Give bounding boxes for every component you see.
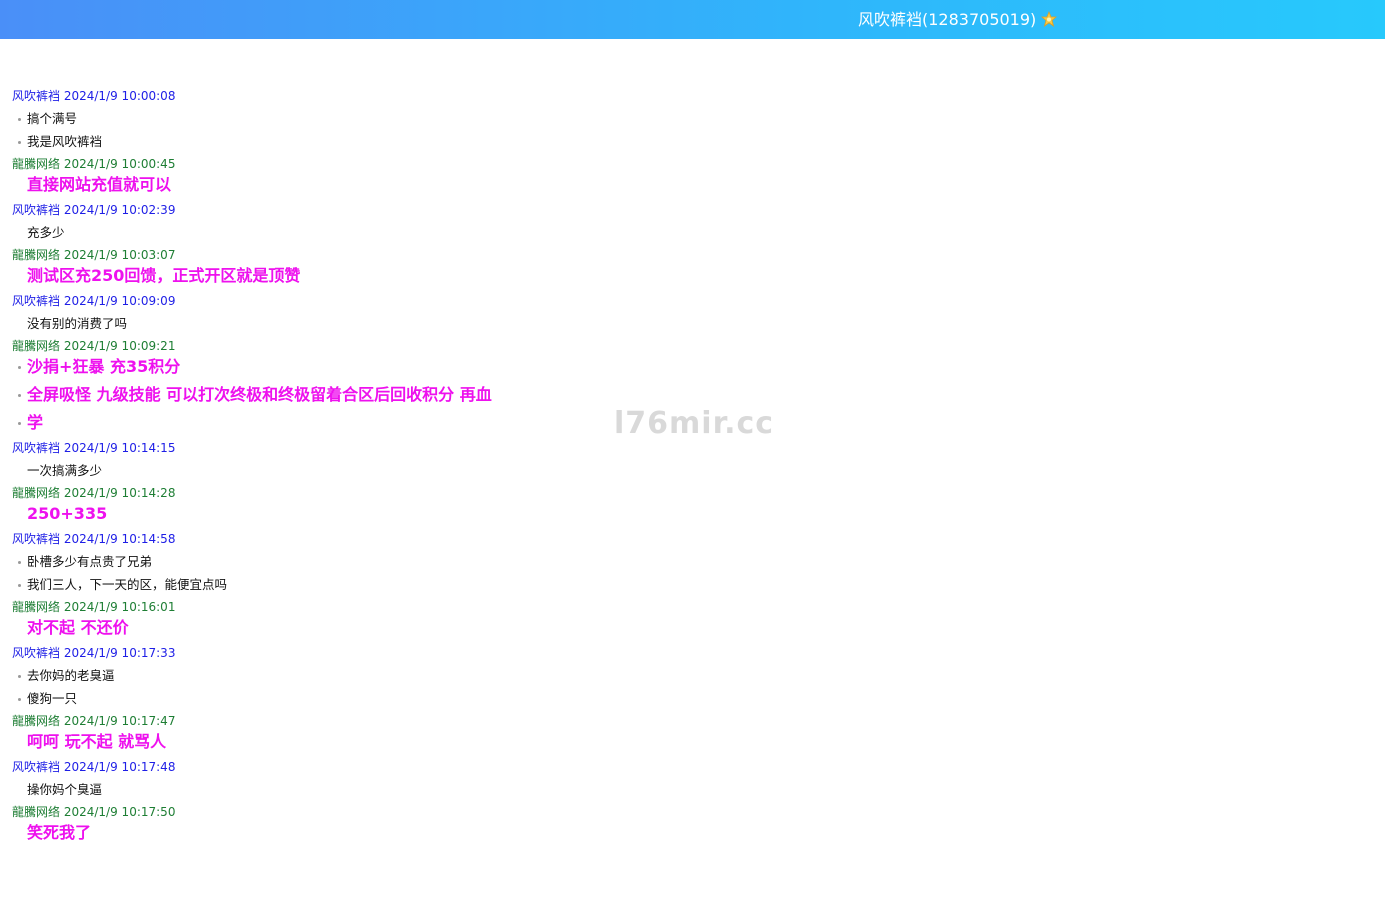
message-text: 对不起 不还价: [27, 618, 129, 637]
message-text: 呵呵 玩不起 就骂人: [27, 732, 167, 751]
message-header: 龍騰网络 2024/1/9 10:16:01: [12, 599, 1372, 615]
sender-name: 风吹裤裆: [12, 532, 61, 546]
message-line: 操你妈个臭逼: [12, 781, 1372, 799]
message-line: 直接网站充值就可以: [12, 174, 1372, 196]
message-time: 2024/1/9 10:14:28: [63, 486, 176, 500]
message-line: 没有别的消费了吗: [12, 315, 1372, 333]
message-text: 我是风吹裤裆: [27, 134, 103, 149]
message-header: 风吹裤裆 2024/1/9 10:09:09: [12, 293, 1372, 309]
message-time: 2024/1/9 10:00:45: [63, 157, 176, 171]
sender-name: 风吹裤裆: [12, 203, 61, 217]
sender-name: 龍騰网络: [12, 248, 61, 262]
message-time: 2024/1/9 10:00:08: [63, 89, 176, 103]
message-time: 2024/1/9 10:16:01: [63, 600, 176, 614]
sender-name: 龍騰网络: [12, 157, 61, 171]
message-time: 2024/1/9 10:02:39: [63, 203, 176, 217]
message-time: 2024/1/9 10:09:21: [63, 339, 176, 353]
message-time: 2024/1/9 10:17:33: [63, 646, 176, 660]
message-text: 一次搞满多少: [27, 463, 103, 478]
message-line: 测试区充250回馈，正式开区就是顶赞: [12, 265, 1372, 287]
message-line: 傻狗一只: [12, 690, 1372, 708]
message-header: 龍騰网络 2024/1/9 10:09:21: [12, 338, 1372, 354]
message-header: 风吹裤裆 2024/1/9 10:17:33: [12, 645, 1372, 661]
message-header: 风吹裤裆 2024/1/9 10:14:58: [12, 531, 1372, 547]
title-bar: 风吹裤裆(1283705019): [0, 0, 1385, 39]
message-time: 2024/1/9 10:17:50: [63, 805, 176, 819]
message-time: 2024/1/9 10:17:47: [63, 714, 176, 728]
contact-title: 风吹裤裆(1283705019): [858, 9, 1058, 30]
message-time: 2024/1/9 10:14:15: [63, 441, 176, 455]
message-text: 全屏吸怪 九级技能 可以打次终极和终极留着合区后回收积分 再血: [27, 385, 492, 404]
sender-name: 风吹裤裆: [12, 441, 61, 455]
message-text: 傻狗一只: [27, 691, 78, 706]
message-text: 直接网站充值就可以: [27, 175, 172, 194]
message-line: 我是风吹裤裆: [12, 133, 1372, 151]
sender-name: 龍騰网络: [12, 600, 61, 614]
sender-name: 风吹裤裆: [12, 89, 61, 103]
message-line: 充多少: [12, 224, 1372, 242]
message-header: 龍騰网络 2024/1/9 10:17:47: [12, 713, 1372, 729]
message-text: 笑死我了: [27, 823, 92, 842]
message-text: 测试区充250回馈，正式开区就是顶赞: [27, 266, 301, 285]
message-header: 龍騰网络 2024/1/9 10:17:50: [12, 804, 1372, 820]
message-time: 2024/1/9 10:03:07: [63, 248, 176, 262]
message-time: 2024/1/9 10:14:58: [63, 532, 176, 546]
message-header: 风吹裤裆 2024/1/9 10:14:15: [12, 440, 1372, 456]
sender-name: 龍騰网络: [12, 805, 61, 819]
message-text: 没有别的消费了吗: [27, 316, 128, 331]
message-line: 去你妈的老臭逼: [12, 667, 1372, 685]
message-line: 呵呵 玩不起 就骂人: [12, 731, 1372, 753]
chat-log: 风吹裤裆 2024/1/9 10:00:08 搞个满号我是风吹裤裆龍騰网络 202…: [12, 86, 1372, 850]
message-line: 笑死我了: [12, 822, 1372, 844]
message-text: 学: [27, 413, 44, 432]
message-header: 龍騰网络 2024/1/9 10:03:07: [12, 247, 1372, 263]
message-line: 卧槽多少有点贵了兄弟: [12, 553, 1372, 571]
sender-name: 龍騰网络: [12, 339, 61, 353]
message-header: 龍騰网络 2024/1/9 10:00:45: [12, 156, 1372, 172]
bullet-icon: [18, 366, 21, 369]
sender-name: 风吹裤裆: [12, 294, 61, 308]
message-header: 龍騰网络 2024/1/9 10:14:28: [12, 485, 1372, 501]
message-text: 充多少: [27, 225, 65, 240]
message-text: 卧槽多少有点贵了兄弟: [27, 554, 153, 569]
bullet-icon: [18, 394, 21, 397]
message-header: 风吹裤裆 2024/1/9 10:02:39: [12, 202, 1372, 218]
star-icon: [1041, 10, 1058, 27]
message-header: 风吹裤裆 2024/1/9 10:17:48: [12, 759, 1372, 775]
message-line: 搞个满号: [12, 110, 1372, 128]
bullet-icon: [18, 422, 21, 425]
message-header: 风吹裤裆 2024/1/9 10:00:08: [12, 88, 1372, 104]
bullet-icon: [18, 698, 21, 701]
message-text: 搞个满号: [27, 111, 78, 126]
message-line: 学: [12, 412, 1372, 434]
message-line: 沙捐+狂暴 充35积分: [12, 356, 1372, 378]
bullet-icon: [18, 141, 21, 144]
sender-name: 龍騰网络: [12, 714, 61, 728]
message-text: 去你妈的老臭逼: [27, 668, 115, 683]
message-line: 对不起 不还价: [12, 617, 1372, 639]
bullet-icon: [18, 118, 21, 121]
message-time: 2024/1/9 10:09:09: [63, 294, 176, 308]
message-text: 操你妈个臭逼: [27, 782, 103, 797]
message-text: 我们三人，下一天的区，能便宜点吗: [27, 577, 228, 592]
bullet-icon: [18, 584, 21, 587]
sender-name: 龍騰网络: [12, 486, 61, 500]
message-line: 250+335: [12, 503, 1372, 525]
message-line: 我们三人，下一天的区，能便宜点吗: [12, 576, 1372, 594]
message-time: 2024/1/9 10:17:48: [63, 760, 176, 774]
bullet-icon: [18, 561, 21, 564]
message-text: 250+335: [27, 504, 108, 523]
message-text: 沙捐+狂暴 充35积分: [27, 357, 181, 376]
sender-name: 风吹裤裆: [12, 760, 61, 774]
bullet-icon: [18, 675, 21, 678]
message-line: 全屏吸怪 九级技能 可以打次终极和终极留着合区后回收积分 再血: [12, 384, 1372, 406]
message-line: 一次搞满多少: [12, 462, 1372, 480]
contact-name: 风吹裤裆(1283705019): [858, 10, 1037, 29]
sender-name: 风吹裤裆: [12, 646, 61, 660]
